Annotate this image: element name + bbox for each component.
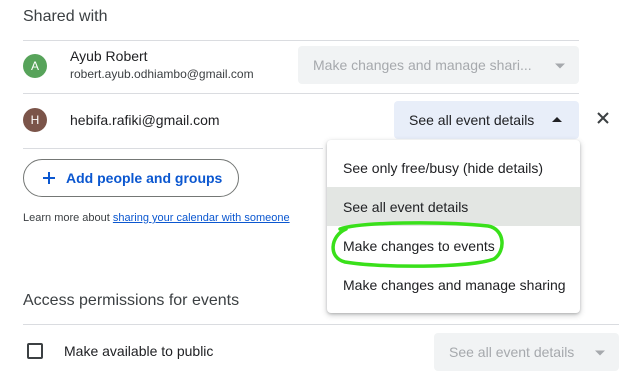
avatar: A	[23, 54, 47, 78]
menu-item-label: Make changes to events	[343, 237, 495, 254]
permission-select-value: Make changes and manage shari...	[313, 57, 532, 73]
menu-item-label: See only free/busy (hide details)	[343, 159, 543, 176]
access-permissions-title: Access permissions for events	[23, 292, 240, 309]
menu-item-free-busy[interactable]: See only free/busy (hide details)	[327, 148, 580, 187]
public-permission-select-disabled: See all event details	[434, 333, 619, 371]
divider	[23, 40, 579, 41]
menu-item-manage-sharing[interactable]: Make changes and manage sharing	[327, 265, 580, 304]
plus-icon	[43, 172, 55, 184]
learn-more-text: Learn more about sharing your calendar w…	[23, 212, 290, 224]
public-permission-value: See all event details	[449, 344, 575, 360]
permission-select-disabled: Make changes and manage shari...	[298, 46, 579, 84]
avatar-initial: H	[30, 113, 40, 127]
chevron-down-icon	[555, 63, 565, 69]
permission-dropdown-menu: See only free/busy (hide details) See al…	[327, 140, 580, 313]
person-email: robert.ayub.odhiambo@gmail.com	[70, 67, 254, 81]
permission-select[interactable]: See all event details	[394, 101, 579, 139]
public-checkbox[interactable]	[27, 343, 43, 359]
divider	[23, 324, 619, 325]
learn-more-link[interactable]: sharing your calendar with someone	[113, 212, 290, 224]
close-icon[interactable]	[594, 109, 612, 127]
public-checkbox-label: Make available to public	[64, 343, 214, 359]
avatar: H	[23, 108, 47, 132]
person-email: hebifa.rafiki@gmail.com	[70, 112, 220, 128]
menu-item-see-all-details[interactable]: See all event details	[327, 187, 580, 226]
divider	[23, 93, 579, 94]
learn-more-prefix: Learn more about	[23, 212, 113, 224]
permission-select-value: See all event details	[409, 112, 535, 128]
menu-item-label: See all event details	[343, 198, 469, 215]
chevron-down-icon	[595, 350, 605, 356]
calendar-sharing-settings: Shared with A Ayub Robert robert.ayub.od…	[0, 0, 624, 377]
person-name: Ayub Robert	[70, 48, 148, 64]
menu-item-make-changes[interactable]: Make changes to events	[327, 226, 580, 265]
chevron-up-icon	[552, 117, 562, 122]
menu-item-label: Make changes and manage sharing	[343, 276, 566, 293]
avatar-initial: A	[30, 59, 39, 73]
add-people-button[interactable]: Add people and groups	[23, 159, 239, 197]
shared-with-title: Shared with	[23, 8, 108, 25]
divider	[23, 148, 323, 149]
add-people-label: Add people and groups	[66, 170, 223, 186]
